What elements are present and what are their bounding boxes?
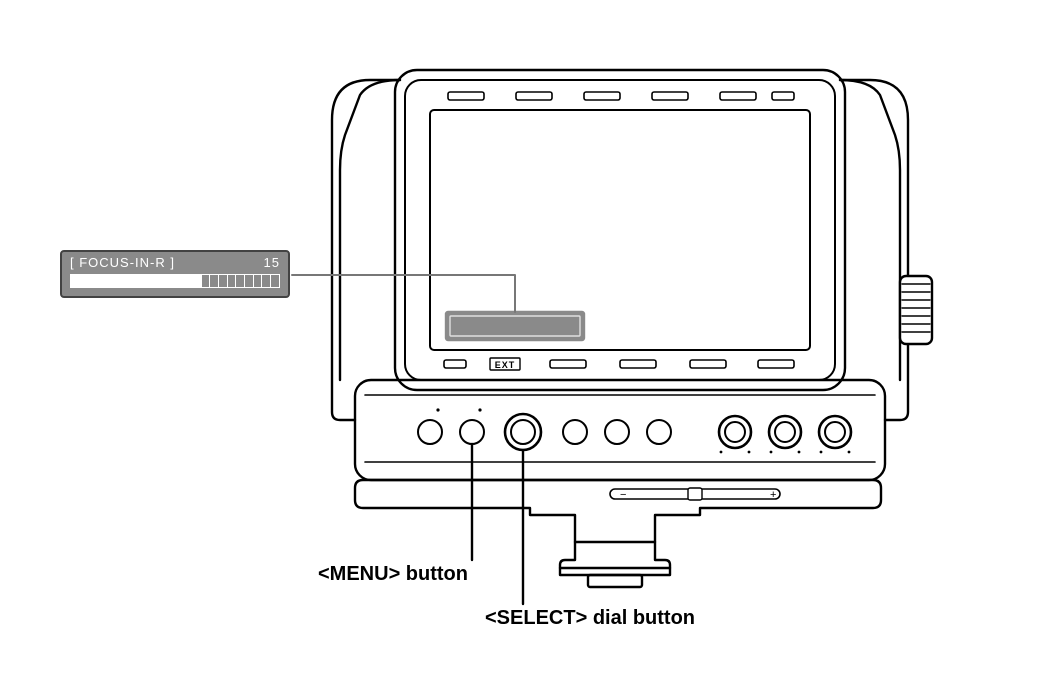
device-diagram: − +: [0, 0, 1037, 690]
menu-button-label: <MENU> button: [318, 563, 468, 586]
focus-callout-box: [ FOCUS-IN-R ] 15: [60, 250, 290, 298]
panel-button-1[interactable]: [418, 420, 442, 444]
focus-callout-bar: [70, 274, 280, 288]
focus-callout-value: 15: [264, 256, 280, 270]
ext-indicator: EXT: [495, 360, 516, 370]
menu-button[interactable]: [460, 420, 484, 444]
focus-callout-title: [ FOCUS-IN-R ]: [70, 256, 175, 270]
slider-minus: −: [620, 489, 626, 501]
panel-button-4[interactable]: [605, 420, 629, 444]
select-dial-label: <SELECT> dial button: [485, 607, 695, 630]
panel-knob-1[interactable]: [719, 416, 751, 448]
panel-button-3[interactable]: [563, 420, 587, 444]
slider-plus: +: [770, 489, 776, 501]
panel-knob-3[interactable]: [819, 416, 851, 448]
panel-button-5[interactable]: [647, 420, 671, 444]
panel-knob-2[interactable]: [769, 416, 801, 448]
